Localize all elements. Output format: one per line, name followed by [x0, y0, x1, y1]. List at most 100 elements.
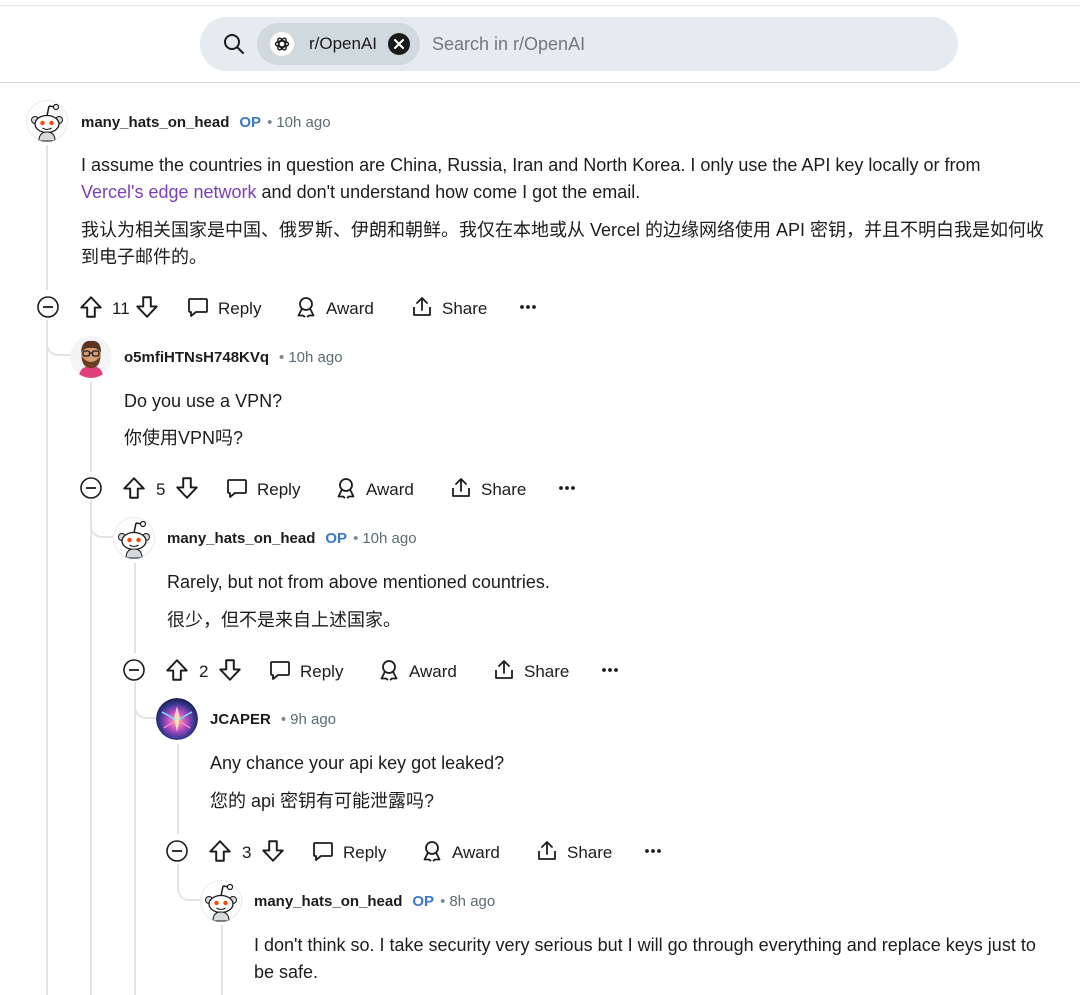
timestamp[interactable]: 8h ago — [449, 893, 495, 910]
downvote-button[interactable] — [217, 657, 243, 687]
separator-dot: • — [267, 114, 273, 131]
reply-button[interactable]: Reply — [225, 475, 300, 505]
upvote-icon[interactable] — [207, 838, 233, 869]
share-icon — [410, 295, 434, 324]
timestamp[interactable]: 10h ago — [276, 114, 330, 131]
collapse-button[interactable] — [122, 657, 146, 687]
vote-count: 2 — [199, 662, 209, 681]
reply-label: Reply — [257, 480, 301, 499]
reply-icon — [225, 476, 249, 505]
upvote-icon[interactable] — [121, 475, 147, 506]
username[interactable]: many_hats_on_head — [254, 893, 402, 910]
reply-button[interactable]: Reply — [311, 838, 386, 868]
downvote-button[interactable] — [260, 838, 286, 868]
more-icon[interactable] — [555, 476, 579, 505]
thread-connector — [134, 682, 156, 719]
reply-icon — [186, 295, 210, 324]
thread-line[interactable] — [221, 925, 223, 995]
upvote-icon[interactable] — [164, 657, 190, 688]
downvote-icon[interactable] — [174, 475, 200, 506]
more-icon[interactable] — [516, 295, 540, 324]
upvote-button[interactable] — [207, 838, 233, 868]
more-options-button[interactable] — [598, 657, 622, 687]
collapse-icon[interactable] — [79, 476, 103, 505]
more-options-button[interactable] — [516, 294, 540, 324]
username[interactable]: many_hats_on_head — [167, 530, 315, 547]
comment-actions: 3 Reply Award Share — [165, 838, 685, 868]
search-bar[interactable]: r/OpenAI Search in r/OpenAI — [200, 17, 958, 71]
collapse-icon[interactable] — [165, 839, 189, 868]
award-icon — [334, 476, 358, 505]
thread-line[interactable] — [134, 563, 136, 653]
comment-text: I don't think so. I take security very s… — [254, 935, 1036, 982]
upvote-button[interactable] — [78, 294, 104, 324]
divider — [0, 5, 1080, 6]
award-label: Award — [409, 662, 457, 681]
timestamp[interactable]: 10h ago — [362, 530, 416, 547]
award-button[interactable]: Award — [334, 475, 414, 505]
thread-line[interactable] — [90, 382, 92, 472]
avatar[interactable] — [113, 517, 155, 559]
thread-line[interactable] — [90, 508, 92, 995]
award-button[interactable]: Award — [377, 657, 457, 687]
award-button[interactable]: Award — [420, 838, 500, 868]
collapse-icon[interactable] — [36, 295, 60, 324]
share-button[interactable]: Share — [449, 475, 526, 505]
upvote-button[interactable] — [164, 657, 190, 687]
downvote-icon[interactable] — [260, 838, 286, 869]
comment-meta: many_hats_on_head OP • 10h ago — [81, 114, 331, 131]
vercel-link[interactable]: Vercel's edge network — [81, 182, 257, 202]
comment-actions: 11 Reply Award Share — [36, 294, 556, 324]
avatar[interactable] — [200, 880, 242, 922]
comment-text: Any chance your api key got leaked? — [210, 753, 505, 773]
share-button[interactable]: Share — [492, 657, 569, 687]
thread-line[interactable] — [46, 145, 48, 290]
separator-dot: • — [280, 711, 287, 728]
downvote-icon[interactable] — [134, 294, 160, 325]
more-options-button[interactable] — [641, 838, 665, 868]
username[interactable]: many_hats_on_head — [81, 114, 229, 131]
search-icon[interactable] — [222, 32, 246, 61]
share-label: Share — [567, 843, 613, 862]
collapse-button[interactable] — [79, 475, 103, 505]
comment-translation: 你使用VPN吗? — [124, 428, 244, 448]
close-icon[interactable] — [388, 33, 410, 55]
comment-body: I assume the countries in question are C… — [81, 152, 1051, 271]
collapse-button[interactable] — [36, 294, 60, 324]
thread-line[interactable] — [46, 328, 48, 995]
downvote-button[interactable] — [174, 475, 200, 505]
thread-connector — [46, 320, 70, 356]
openai-logo-icon — [270, 32, 294, 56]
thread-line[interactable] — [177, 744, 179, 834]
avatar[interactable] — [156, 698, 198, 740]
upvote-button[interactable] — [121, 475, 147, 505]
reply-button[interactable]: Reply — [268, 657, 343, 687]
thread-connector — [90, 500, 114, 538]
username[interactable]: o5mfiHTNsH748KVq — [124, 349, 269, 366]
share-button[interactable]: Share — [535, 838, 612, 868]
collapse-button[interactable] — [165, 838, 189, 868]
award-button[interactable]: Award — [294, 294, 374, 324]
thread-line[interactable] — [134, 690, 136, 995]
collapse-icon[interactable] — [122, 658, 146, 687]
reply-button[interactable]: Reply — [186, 294, 261, 324]
more-icon[interactable] — [598, 658, 622, 687]
reply-icon — [268, 658, 292, 687]
upvote-icon[interactable] — [78, 294, 104, 325]
share-button[interactable]: Share — [410, 294, 487, 324]
comment-body: I don't think so. I take security very s… — [254, 932, 1044, 986]
timestamp[interactable]: 10h ago — [288, 349, 342, 366]
more-icon[interactable] — [641, 839, 665, 868]
search-input[interactable]: Search in r/OpenAI — [432, 34, 585, 55]
username[interactable]: JCAPER — [210, 711, 271, 728]
timestamp[interactable]: 9h ago — [290, 711, 336, 728]
more-options-button[interactable] — [555, 475, 579, 505]
op-badge: OP — [412, 893, 435, 910]
share-label: Share — [481, 480, 527, 499]
community-filter-chip[interactable]: r/OpenAI — [257, 23, 420, 65]
share-label: Share — [524, 662, 570, 681]
avatar[interactable] — [70, 336, 112, 378]
downvote-button[interactable] — [134, 294, 160, 324]
downvote-icon[interactable] — [217, 657, 243, 688]
avatar[interactable] — [26, 100, 68, 142]
